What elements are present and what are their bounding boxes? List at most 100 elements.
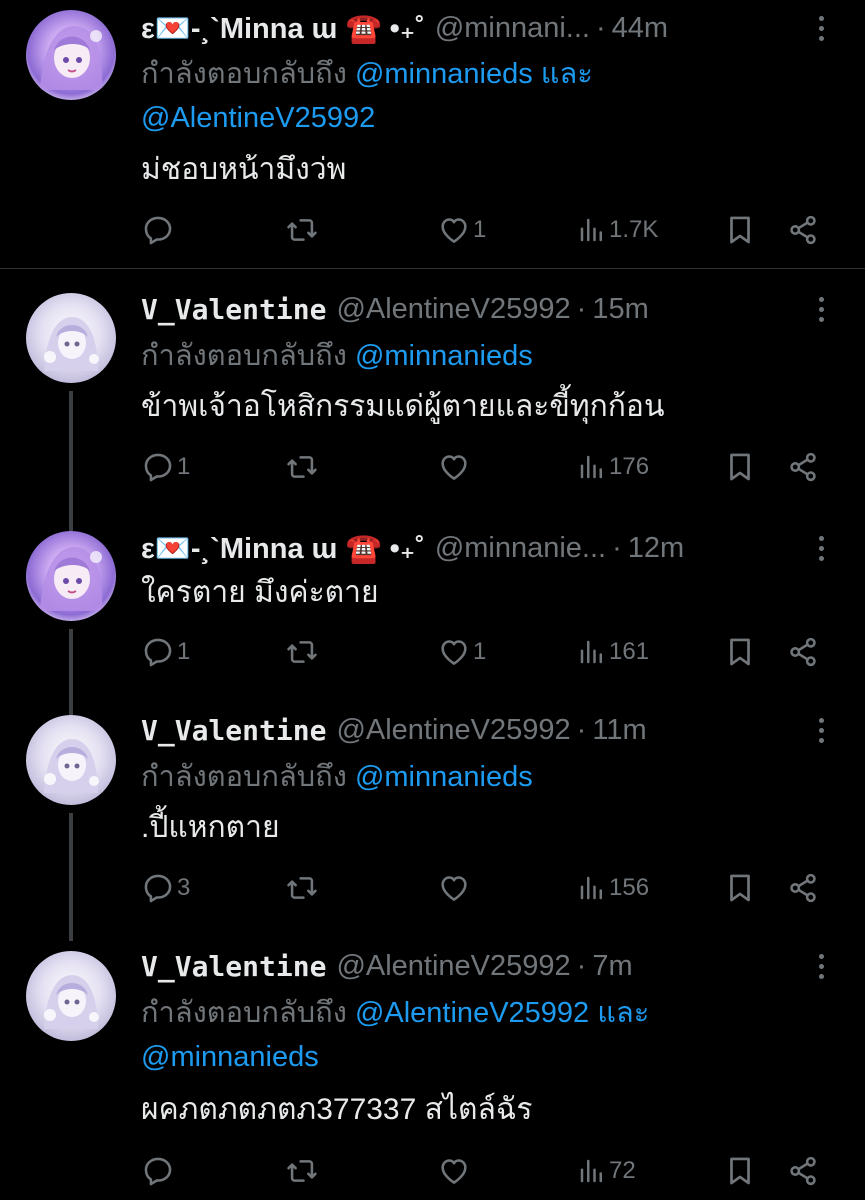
retweet-icon <box>285 213 319 247</box>
bookmark-button[interactable] <box>723 1151 757 1191</box>
reply-button[interactable] <box>141 1151 177 1191</box>
bookmark-button[interactable] <box>723 447 757 487</box>
like-button[interactable]: 1 <box>437 632 486 672</box>
avatar-valentine[interactable] <box>26 951 116 1041</box>
view-count: 156 <box>609 874 650 901</box>
heart-icon <box>437 1154 471 1188</box>
timestamp[interactable]: 11m <box>592 714 646 747</box>
retweet-button[interactable] <box>285 1151 321 1191</box>
action-bar: 1 1.7K <box>141 210 831 250</box>
reply-count: 1 <box>177 638 191 665</box>
bookmark-button[interactable] <box>723 868 757 908</box>
display-name[interactable]: V_Valentine <box>141 950 326 983</box>
views-button[interactable]: 72 <box>577 1151 636 1191</box>
retweet-button[interactable] <box>285 447 321 487</box>
more-icon[interactable] <box>815 710 827 750</box>
mention-link[interactable]: @minnanieds <box>141 1041 319 1073</box>
display-name[interactable]: V_Valentine <box>141 293 326 326</box>
reply-button[interactable]: 1 <box>141 447 190 487</box>
like-button[interactable] <box>437 1151 473 1191</box>
share-icon <box>786 871 820 905</box>
avatar-valentine[interactable] <box>26 715 116 805</box>
tweet[interactable]: V_Valentine @AlentineV25992 · 11m กำลังต… <box>0 709 865 941</box>
mention-link[interactable]: @minnanieds <box>355 761 533 793</box>
separator-dot: · <box>595 11 606 44</box>
like-count: 1 <box>473 638 487 665</box>
heart-icon <box>437 871 471 905</box>
share-button[interactable] <box>786 1151 820 1191</box>
replying-to: กำลังตอบกลับถึง @minnanieds <box>141 334 781 378</box>
reply-button[interactable]: 1 <box>141 632 190 672</box>
timestamp[interactable]: 12m <box>628 532 684 565</box>
bookmark-button[interactable] <box>723 632 757 672</box>
and-word: และ <box>540 58 593 90</box>
views-button[interactable]: 1.7K <box>577 210 658 250</box>
tweet-text: .ปี้แหกตาย <box>141 811 280 844</box>
tweet-text: ข้าพเจ้าอโหสิกรรมแด่ผู้ตายและขี้ทุกก้อน <box>141 390 665 423</box>
share-button[interactable] <box>786 868 820 908</box>
user-handle[interactable]: @minnanie... <box>435 532 606 565</box>
views-button[interactable]: 156 <box>577 868 649 908</box>
mention-link[interactable]: @AlentineV25992 <box>355 997 589 1029</box>
more-icon[interactable] <box>815 289 827 329</box>
separator-dot: · <box>576 292 587 325</box>
views-icon <box>577 1156 607 1186</box>
views-icon <box>577 452 607 482</box>
display-name[interactable]: ε💌-¸`Minna ɯ ☎️ •₊˚ <box>141 11 425 46</box>
timestamp[interactable]: 15m <box>592 293 648 326</box>
mention-link[interactable]: @minnanieds <box>355 340 533 372</box>
more-icon[interactable] <box>815 8 827 48</box>
avatar-valentine[interactable] <box>26 293 116 383</box>
share-button[interactable] <box>786 447 820 487</box>
tweet-header: V_Valentine @AlentineV25992 · 7m <box>141 946 805 986</box>
replying-to-label: กำลังตอบกลับถึง <box>141 58 347 90</box>
bookmark-icon <box>723 450 757 484</box>
display-name[interactable]: V_Valentine <box>141 714 326 747</box>
views-button[interactable]: 161 <box>577 632 649 672</box>
user-handle[interactable]: @AlentineV25992 <box>336 293 570 326</box>
tweet[interactable]: ε💌-¸`Minna ɯ ☎️ •₊˚ @minnani... · 44m กำ… <box>0 0 865 268</box>
tweet-text: ใครตาย มึงค่ะตาย <box>141 576 379 609</box>
timestamp[interactable]: 7m <box>592 950 632 983</box>
reply-count: 3 <box>177 874 191 901</box>
share-button[interactable] <box>786 210 820 250</box>
reply-icon <box>141 635 175 669</box>
like-button[interactable] <box>437 868 473 908</box>
more-icon[interactable] <box>815 946 827 986</box>
retweet-button[interactable] <box>285 210 321 250</box>
thread-line <box>69 813 73 941</box>
retweet-button[interactable] <box>285 632 321 672</box>
bookmark-icon <box>723 871 757 905</box>
tweet[interactable]: ε💌-¸`Minna ɯ ☎️ •₊˚ @minnanie... · 12m ใ… <box>0 519 865 709</box>
tweet-header: V_Valentine @AlentineV25992 · 11m <box>141 710 805 750</box>
mention-link[interactable]: @minnanieds <box>355 58 533 90</box>
bookmark-icon <box>723 1154 757 1188</box>
reply-button[interactable]: 3 <box>141 868 190 908</box>
views-icon <box>577 637 607 667</box>
share-icon <box>786 635 820 669</box>
like-button[interactable] <box>437 447 473 487</box>
user-handle[interactable]: @AlentineV25992 <box>336 714 570 747</box>
views-button[interactable]: 176 <box>577 447 649 487</box>
user-handle[interactable]: @minnani... <box>435 12 590 45</box>
mention-link[interactable]: @AlentineV25992 <box>141 102 375 134</box>
display-name[interactable]: ε💌-¸`Minna ɯ ☎️ •₊˚ <box>141 531 425 566</box>
tweet[interactable]: V_Valentine @AlentineV25992 · 15m กำลังต… <box>0 269 865 519</box>
user-handle[interactable]: @AlentineV25992 <box>336 950 570 983</box>
share-button[interactable] <box>786 632 820 672</box>
retweet-icon <box>285 871 319 905</box>
timestamp[interactable]: 44m <box>612 12 668 45</box>
reply-icon <box>141 871 175 905</box>
avatar-minna[interactable] <box>26 10 116 100</box>
retweet-button[interactable] <box>285 868 321 908</box>
separator-dot: · <box>576 949 587 982</box>
like-button[interactable]: 1 <box>437 210 486 250</box>
like-count: 1 <box>473 216 487 243</box>
heart-icon <box>437 635 471 669</box>
avatar-minna[interactable] <box>26 531 116 621</box>
reply-button[interactable] <box>141 210 177 250</box>
tweet[interactable]: V_Valentine @AlentineV25992 · 7m กำลังตอ… <box>0 941 865 1200</box>
bookmark-button[interactable] <box>723 210 757 250</box>
more-icon[interactable] <box>815 528 827 568</box>
retweet-icon <box>285 450 319 484</box>
